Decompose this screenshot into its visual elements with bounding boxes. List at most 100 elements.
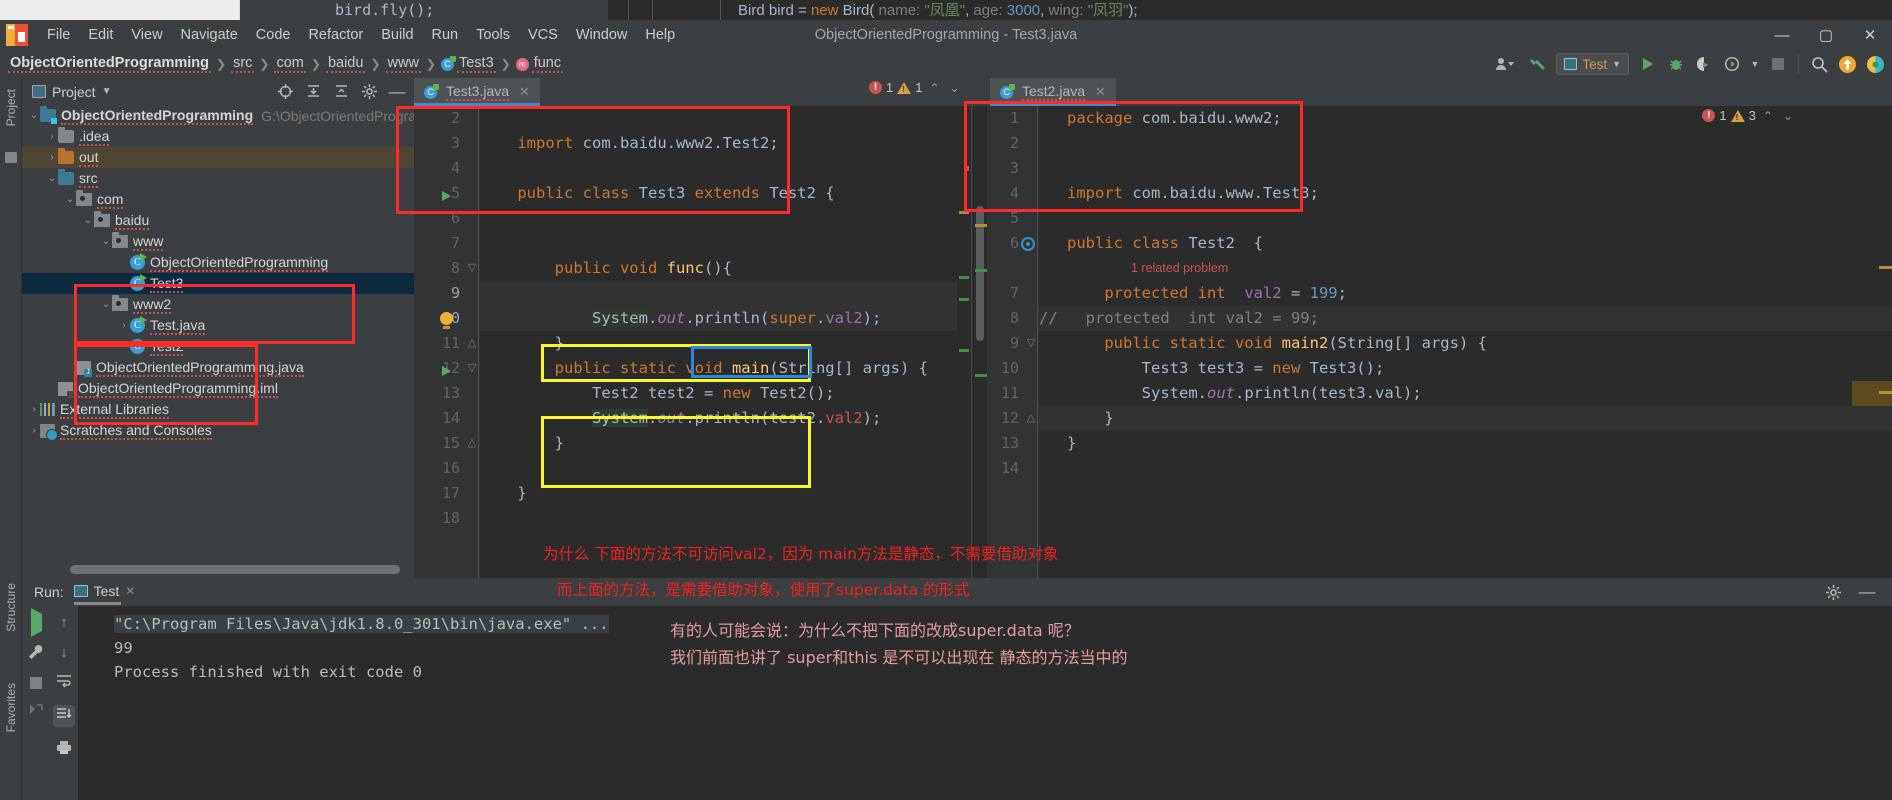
tree-node-test3[interactable]: ·CTest3 bbox=[22, 273, 414, 294]
update-project-icon[interactable] bbox=[1834, 52, 1860, 76]
tool-tab-favorites[interactable]: Favorites bbox=[0, 678, 22, 737]
chevron-down-icon[interactable]: ⌄ bbox=[46, 173, 58, 184]
close-icon[interactable]: ✕ bbox=[519, 84, 530, 100]
tool-tab-structure[interactable]: Structure bbox=[0, 578, 22, 637]
prev-problem-icon[interactable]: ⌃ bbox=[926, 81, 942, 95]
menu-refactor[interactable]: Refactor bbox=[299, 23, 372, 47]
menu-window[interactable]: Window bbox=[567, 23, 637, 47]
right-scroll-col[interactable] bbox=[1878, 106, 1892, 578]
chevron-right-icon[interactable]: › bbox=[46, 152, 58, 163]
menu-tools[interactable]: Tools bbox=[467, 23, 519, 47]
tab-test2-java[interactable]: C Test2.java ✕ bbox=[990, 78, 1116, 106]
fold-marker[interactable]: △ bbox=[466, 331, 478, 356]
search-icon[interactable] bbox=[1806, 52, 1832, 76]
menu-file[interactable]: File bbox=[38, 23, 79, 47]
menu-view[interactable]: View bbox=[122, 23, 171, 47]
tree-node-objectorientedprogramming-iml[interactable]: · ObjectOrientedProgramming.iml bbox=[22, 378, 414, 399]
hide-panel-icon[interactable]: — bbox=[1854, 580, 1880, 604]
chevron-down-icon[interactable]: ⌄ bbox=[28, 110, 40, 121]
build-hammer-icon[interactable] bbox=[1524, 52, 1550, 76]
scroll-up-icon[interactable]: ↑ bbox=[60, 614, 68, 631]
breadcrumb-src[interactable]: src bbox=[231, 55, 255, 73]
wrench-icon[interactable] bbox=[28, 644, 44, 664]
profiler-dropdown-icon[interactable]: ▼ bbox=[1747, 52, 1763, 76]
chevron-down-icon[interactable]: ⌄ bbox=[82, 215, 94, 226]
fold-marker[interactable]: ▽ bbox=[466, 356, 478, 381]
breadcrumb-www[interactable]: www bbox=[385, 55, 421, 73]
breadcrumb-com[interactable]: com bbox=[274, 55, 306, 73]
run-configuration-selector[interactable]: Test ▼ bbox=[1556, 53, 1629, 75]
chevron-right-icon[interactable]: › bbox=[28, 404, 40, 415]
chevron-right-icon[interactable]: · bbox=[118, 257, 130, 268]
expand-all-icon[interactable] bbox=[300, 80, 326, 104]
breadcrumb-test3[interactable]: Test3 bbox=[456, 55, 496, 73]
tool-tab-project[interactable]: Project bbox=[0, 84, 22, 131]
chevron-down-icon[interactable]: ⌄ bbox=[100, 299, 112, 310]
breadcrumb-func[interactable]: func bbox=[531, 55, 564, 73]
menu-code[interactable]: Code bbox=[247, 23, 300, 47]
chevron-right-icon[interactable]: › bbox=[28, 425, 40, 436]
chevron-down-icon[interactable]: ⌄ bbox=[64, 194, 76, 205]
warning-marker[interactable] bbox=[1879, 391, 1892, 394]
rerun-failed-icon[interactable] bbox=[28, 702, 44, 722]
menu-run[interactable]: Run bbox=[423, 23, 468, 47]
fold-marker[interactable]: ▽ bbox=[1025, 331, 1037, 356]
tree-node-idea[interactable]: › .idea bbox=[22, 126, 414, 147]
project-tree[interactable]: ⌄ ObjectOrientedProgramming G:\ObjectOrien… bbox=[22, 105, 414, 564]
scroll-to-end-icon[interactable] bbox=[53, 705, 75, 727]
chevron-right-icon[interactable]: › bbox=[46, 131, 58, 142]
stop-button[interactable] bbox=[1765, 52, 1791, 76]
tree-node-scratches-and-consoles[interactable]: › Scratches and Consoles bbox=[22, 420, 414, 441]
breadcrumb-project[interactable]: ObjectOrientedProgramming bbox=[8, 55, 212, 73]
settings-gear-icon[interactable] bbox=[1820, 580, 1846, 604]
scroll-from-source-icon[interactable] bbox=[272, 80, 298, 104]
editor-test3-java[interactable]: 2 3 4 5 6 7 8 ▽ 9 10 11 △ 12 ▽ 13 14 15 bbox=[414, 106, 972, 578]
fold-marker[interactable]: ▽ bbox=[466, 256, 478, 281]
inlay-related-problem[interactable]: 1 related problem bbox=[1039, 256, 1892, 281]
tree-node-baidu[interactable]: ⌄ baidu bbox=[22, 210, 414, 231]
minimize-button[interactable]: — bbox=[1760, 20, 1804, 50]
code-content-test3[interactable]: import com.baidu.www2.Test2; public clas… bbox=[480, 106, 971, 578]
right-editor-markers[interactable] bbox=[973, 106, 988, 578]
tab-test3-java[interactable]: C Test3.java ✕ bbox=[414, 78, 540, 106]
fold-marker[interactable]: △ bbox=[1025, 406, 1037, 431]
tree-node-objectorientedprogramming[interactable]: ·CObjectOrientedProgramming bbox=[22, 252, 414, 273]
chevron-right-icon[interactable]: › bbox=[118, 320, 130, 331]
overridden-method-gutter-icon[interactable] bbox=[1021, 237, 1035, 251]
chevron-down-icon[interactable]: ⌄ bbox=[100, 236, 112, 247]
menu-vcs[interactable]: VCS bbox=[519, 23, 567, 47]
tree-node-out[interactable]: › out bbox=[22, 147, 414, 168]
intention-bulb-icon[interactable] bbox=[440, 312, 453, 329]
chevron-down-icon[interactable]: ▼ bbox=[102, 86, 112, 97]
tree-node-external-libraries[interactable]: › External Libraries bbox=[22, 399, 414, 420]
scroll-down-icon[interactable]: ↓ bbox=[60, 644, 68, 661]
menu-edit[interactable]: Edit bbox=[79, 23, 122, 47]
error-marker[interactable] bbox=[964, 166, 969, 171]
stop-icon[interactable] bbox=[30, 677, 42, 689]
print-icon[interactable] bbox=[56, 740, 72, 759]
run-button[interactable] bbox=[1635, 52, 1661, 76]
warning-marker[interactable] bbox=[1879, 266, 1892, 269]
maximize-button[interactable]: ▢ bbox=[1804, 20, 1848, 50]
chevron-right-icon[interactable]: · bbox=[46, 383, 58, 394]
tree-node-test2[interactable]: ·C Test2 bbox=[22, 336, 414, 357]
warning-marker[interactable] bbox=[959, 211, 969, 214]
chevron-right-icon[interactable]: · bbox=[64, 362, 76, 373]
chevron-right-icon[interactable]: · bbox=[118, 278, 130, 289]
close-icon[interactable]: ✕ bbox=[1095, 84, 1106, 100]
tree-node-com[interactable]: ⌄ com bbox=[22, 189, 414, 210]
rerun-icon[interactable] bbox=[30, 608, 42, 637]
tree-node-src[interactable]: ⌄ src bbox=[22, 168, 414, 189]
menu-build[interactable]: Build bbox=[372, 23, 422, 47]
tree-node-objectorientedprogramming[interactable]: ⌄ ObjectOrientedProgramming G:\ObjectOrien… bbox=[22, 105, 414, 126]
next-problem-icon[interactable]: ⌄ bbox=[947, 81, 963, 95]
run-class-gutter-icon[interactable] bbox=[442, 191, 451, 201]
menu-navigate[interactable]: Navigate bbox=[172, 23, 247, 47]
soft-wrap-icon[interactable] bbox=[56, 674, 72, 692]
left-editor-markers[interactable] bbox=[957, 106, 971, 578]
tree-node-www[interactable]: ⌄ www bbox=[22, 231, 414, 252]
close-icon[interactable]: ✕ bbox=[125, 584, 135, 598]
tree-node-www2[interactable]: ⌄ www2 bbox=[22, 294, 414, 315]
close-button[interactable]: ✕ bbox=[1848, 20, 1892, 50]
run-with-coverage-button[interactable] bbox=[1691, 52, 1717, 76]
